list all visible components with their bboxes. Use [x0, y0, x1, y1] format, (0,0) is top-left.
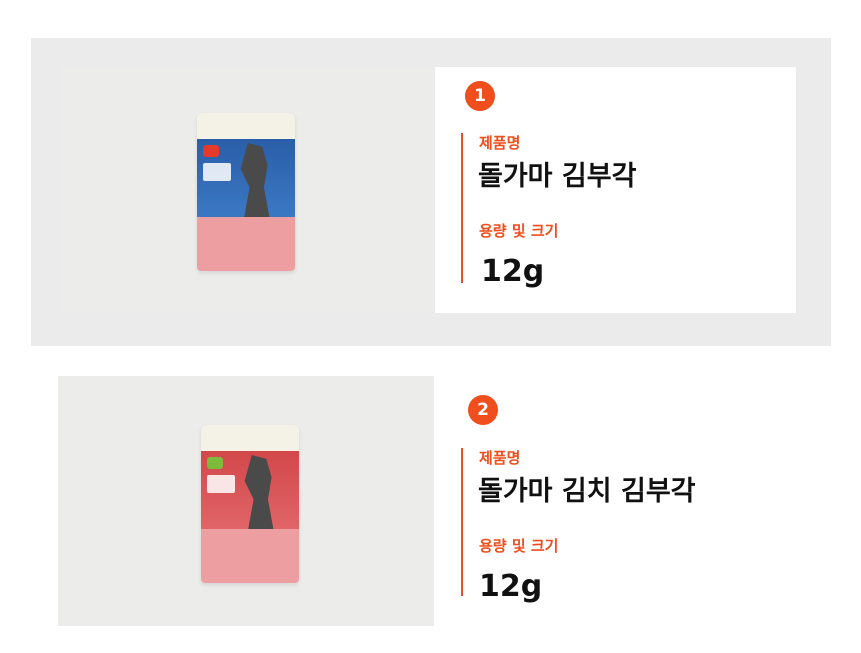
accent-divider [461, 133, 463, 283]
product-package-image [201, 425, 299, 583]
product-package-image [197, 113, 295, 271]
product-name: 돌가마 김치 김부각 [478, 476, 696, 507]
product-name: 돌가마 김부각 [478, 161, 637, 192]
item-number-badge: 2 [468, 395, 498, 425]
product-name-label: 제품명 [479, 134, 521, 152]
product-size: 12g [481, 254, 545, 289]
product-name-label: 제품명 [479, 449, 521, 467]
size-label: 용량 및 크기 [479, 537, 559, 555]
accent-divider [461, 448, 463, 596]
item-number-badge: 1 [465, 81, 495, 111]
size-label: 용량 및 크기 [479, 222, 559, 240]
product-size: 12g [479, 569, 543, 604]
